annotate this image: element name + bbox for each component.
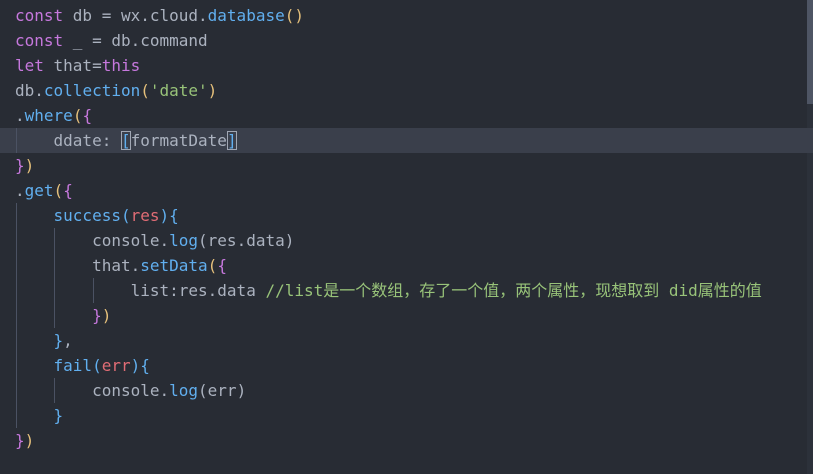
code-line[interactable]: console.log(err) [0, 378, 813, 403]
code-text: console.log(err) [15, 378, 246, 403]
code-token: ( [92, 356, 102, 375]
code-token: that= [53, 56, 102, 75]
code-token: console. [15, 231, 170, 250]
code-token: setData [140, 256, 208, 275]
code-line[interactable]: .where({ [0, 103, 813, 128]
code-text: list:res.data //list是一个数组，存了一个值，两个属性，现想取… [15, 278, 762, 303]
code-text: success(res){ [15, 203, 179, 228]
code-token: log [169, 381, 199, 400]
code-line[interactable]: } [0, 403, 813, 428]
code-line[interactable]: const _ = db.command [0, 28, 813, 53]
code-token: collection [43, 81, 141, 100]
code-token: get [24, 181, 54, 200]
code-token: success [53, 206, 121, 225]
code-line[interactable]: list:res.data //list是一个数组，存了一个值，两个属性，现想取… [0, 278, 813, 303]
code-token: } [15, 431, 25, 450]
code-token: ) [159, 206, 170, 225]
code-token: ) [130, 356, 141, 375]
code-token: (res.data) [198, 231, 295, 250]
bracket-match-highlight: ] [226, 131, 237, 150]
code-line[interactable]: fail(err){ [0, 353, 813, 378]
code-token: ( [120, 206, 131, 225]
code-token: } [53, 406, 64, 425]
code-line[interactable]: that.setData({ [0, 253, 813, 278]
code-token: this [101, 56, 141, 75]
code-token: ) [207, 81, 218, 100]
code-line[interactable]: console.log(res.data) [0, 228, 813, 253]
code-text: }) [15, 153, 34, 178]
code-token: { [140, 356, 150, 375]
code-token: (err) [198, 381, 247, 400]
code-token: { [63, 181, 73, 200]
code-line[interactable]: }) [0, 153, 813, 178]
code-token: ) [101, 306, 112, 325]
code-line[interactable]: success(res){ [0, 203, 813, 228]
code-token: where [24, 106, 73, 125]
code-line[interactable]: const db = wx.cloud.database() [0, 3, 813, 28]
code-token: console. [15, 381, 170, 400]
code-token: { [82, 106, 93, 125]
code-token: } [53, 331, 64, 350]
code-token: res [130, 206, 160, 225]
code-line[interactable]: }) [0, 303, 813, 328]
code-text: }, [15, 328, 73, 353]
code-line[interactable]: }, [0, 328, 813, 353]
code-text: } [15, 403, 64, 428]
code-text: db.collection('date') [15, 78, 217, 103]
code-token: () [284, 6, 304, 25]
code-token: list:res.data [15, 281, 266, 300]
code-text: const _ = db.command [15, 28, 208, 53]
code-token: db. [15, 81, 44, 100]
code-text: }) [15, 303, 111, 328]
code-token: ( [72, 106, 83, 125]
code-text: ddate: [formatDate] [15, 128, 237, 153]
code-token: db = wx.cloud. [72, 6, 208, 25]
code-token: ( [140, 81, 150, 100]
code-token: database [207, 6, 285, 25]
code-text: console.log(res.data) [15, 228, 294, 253]
code-token: . [15, 106, 25, 125]
code-token: } [92, 306, 102, 325]
code-token: { [169, 206, 179, 225]
bracket-match-highlight: [ [120, 131, 131, 150]
code-token: fail [53, 356, 93, 375]
code-line[interactable]: .get({ [0, 178, 813, 203]
code-text: }) [15, 428, 34, 453]
code-token: 'date' [149, 81, 208, 100]
code-token: ( [53, 181, 64, 200]
code-token: //list是一个数组，存了一个值，两个属性，现想取到 did属性的值 [265, 281, 762, 300]
code-editor[interactable]: const db = wx.cloud.database() const _ = … [0, 0, 813, 474]
code-token: const [15, 31, 73, 50]
code-text: const db = wx.cloud.database() [15, 3, 304, 28]
code-line[interactable]: db.collection('date') [0, 78, 813, 103]
code-token: ) [24, 431, 35, 450]
code-token: let [15, 56, 54, 75]
code-text: that.setData({ [15, 253, 227, 278]
code-line[interactable]: ddate: [formatDate] [0, 128, 813, 153]
code-token: const [15, 6, 73, 25]
code-line[interactable]: let that=this [0, 53, 813, 78]
code-token: ddate: [15, 131, 121, 150]
code-token: ) [24, 156, 35, 175]
code-token: ( [207, 256, 218, 275]
code-text: let that=this [15, 53, 140, 78]
code-token: { [217, 256, 227, 275]
code-token: err [101, 356, 131, 375]
code-token: formatDate [130, 131, 227, 150]
code-text: .get({ [15, 178, 73, 203]
code-token: . [15, 181, 25, 200]
code-token: _ = db.command [72, 31, 208, 50]
code-text: fail(err){ [15, 353, 150, 378]
code-line[interactable]: }) [0, 428, 813, 453]
code-text: .where({ [15, 103, 92, 128]
code-token: } [15, 156, 25, 175]
code-token: that. [15, 256, 141, 275]
code-token: log [169, 231, 199, 250]
code-token: , [63, 331, 73, 350]
